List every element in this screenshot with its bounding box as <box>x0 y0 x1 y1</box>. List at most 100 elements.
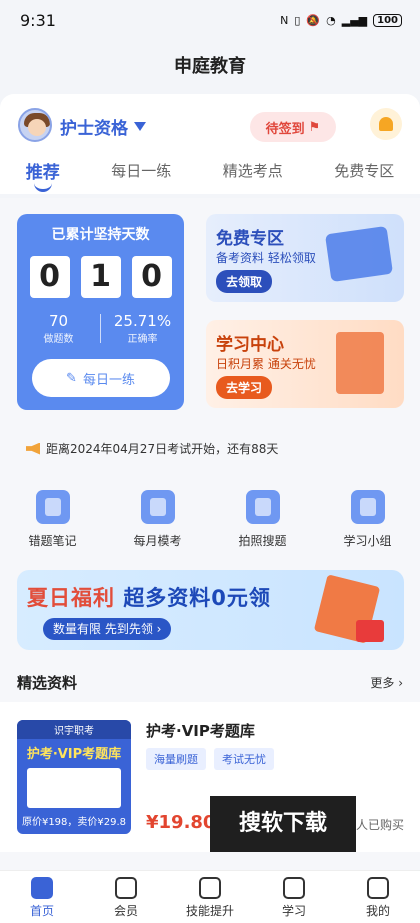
more-link[interactable]: 更多 › <box>370 674 403 691</box>
home-icon <box>31 877 53 899</box>
cover-brand: 识宇职考 <box>17 720 131 739</box>
study-icon <box>283 877 305 899</box>
flag-icon: ⚑ <box>308 119 321 135</box>
banner-cta-label: 数量有限 先到先领 <box>53 622 153 636</box>
arrow-circle-icon: › <box>156 622 162 636</box>
product-tag: 海量刷题 <box>146 748 206 770</box>
cover-title: 护考·VIP考题库 <box>26 747 122 762</box>
free-zone-card[interactable]: 免费专区 备考资料 轻松领取 去领取 <box>206 214 404 302</box>
banner-title-b: 超多资料0元领 <box>123 586 271 610</box>
tab-free-zone[interactable]: 免费专区 <box>330 160 398 194</box>
nav-label: 我的 <box>365 904 390 918</box>
speaker-icon <box>26 442 40 455</box>
banner-title-a: 夏日福利 <box>27 586 115 610</box>
camera-icon <box>245 490 280 524</box>
signal-icon: ▂▄▆ <box>341 13 368 27</box>
featured-header: 精选资料 更多 › <box>17 672 403 693</box>
quick-monthly-exam[interactable]: 每月模考 <box>118 490 198 549</box>
quick-study-group[interactable]: 学习小组 <box>328 490 408 549</box>
status-time: 9:31 <box>20 10 56 30</box>
nav-skills[interactable]: 技能提升 <box>175 871 245 923</box>
study-center-title: 学习中心 <box>216 335 284 355</box>
quick-label: 每月模考 <box>133 534 182 548</box>
profile-icon <box>367 877 389 899</box>
more-label: 更多 <box>370 676 395 690</box>
nav-label: 技能提升 <box>185 904 234 918</box>
dropdown-arrow-icon <box>134 122 146 131</box>
product-tags: 海量刷题 考试无忧 <box>146 748 274 770</box>
nav-label: 会员 <box>113 904 138 918</box>
nav-profile[interactable]: 我的 <box>343 871 413 923</box>
pencil-icon: ✎ <box>66 370 77 386</box>
cover-image <box>27 768 121 808</box>
bottom-nav: 首页 会员 技能提升 学习 我的 <box>0 870 420 923</box>
tab-recommend[interactable]: 推荐 <box>22 158 64 194</box>
status-bar: 9:31 N ▯ 🔕 ◔ ▂▄▆ 100 <box>0 0 420 40</box>
skills-icon <box>199 877 221 899</box>
buyer-count: 人已购买 <box>356 818 405 832</box>
questions-done-value: 70 <box>48 312 69 330</box>
hand-tap-icon <box>140 490 175 524</box>
tab-bar: 推荐 每日一练 精选考点 免费专区 <box>0 160 420 194</box>
cert-label: 护士资格 <box>60 119 128 139</box>
app-title: 申庭教育 <box>0 40 420 94</box>
quick-wrong-notes[interactable]: 错题笔记 <box>13 490 93 549</box>
daily-practice-button[interactable]: ✎ 每日一练 <box>31 359 170 397</box>
gift-icon <box>356 620 384 642</box>
nav-study[interactable]: 学习 <box>259 871 329 923</box>
folder-icon <box>324 225 394 283</box>
quick-label: 错题笔记 <box>28 534 77 548</box>
cert-selector[interactable]: 护士资格 <box>60 114 146 139</box>
summer-promo-banner[interactable]: 夏日福利 超多资料0元领 数量有限 先到先领 › <box>17 570 404 650</box>
stats-row: 70 做题数 25.71% 正确率 <box>17 312 184 345</box>
featured-title: 精选资料 <box>17 674 78 692</box>
study-button[interactable]: 去学习 <box>216 376 273 399</box>
vip-icon <box>115 877 137 899</box>
banner-title: 夏日福利 超多资料0元领 <box>27 582 271 612</box>
nav-label: 首页 <box>29 904 54 918</box>
status-icons: N ▯ 🔕 ◔ ▂▄▆ 100 <box>280 13 402 27</box>
chevron-right-icon: › <box>398 676 403 690</box>
bell-button[interactable] <box>370 108 402 140</box>
free-zone-subtitle: 备考资料 轻松领取 <box>216 251 316 265</box>
wifi-icon: ◔ <box>326 13 336 27</box>
study-center-card[interactable]: 学习中心 日积月累 通关无忧 去学习 <box>206 320 404 408</box>
daily-practice-label: 每日一练 <box>82 372 135 388</box>
cover-price: 原价¥198，卖价¥29.8 <box>21 817 127 828</box>
nav-label: 学习 <box>281 904 306 918</box>
questions-done-label: 做题数 <box>43 334 74 345</box>
tab-key-points[interactable]: 精选考点 <box>219 160 287 194</box>
avatar[interactable] <box>18 108 52 142</box>
accuracy: 25.71% 正确率 <box>101 312 184 345</box>
product-title: 护考·VIP考题库 <box>146 722 255 740</box>
battery-icon: 100 <box>373 13 402 27</box>
notebook-icon <box>35 490 70 524</box>
watermark: 搜软下载 <box>210 796 356 852</box>
streak-digits: 0 1 0 <box>17 256 184 298</box>
streak-digit: 0 <box>131 256 172 298</box>
claim-button[interactable]: 去领取 <box>216 270 273 293</box>
accuracy-label: 正确率 <box>127 334 158 345</box>
group-icon <box>350 490 385 524</box>
accuracy-value: 25.71% <box>113 312 172 330</box>
main-content: 已累计坚持天数 0 1 0 70 做题数 25.71% 正确率 ✎ 每日一练 免… <box>0 198 420 870</box>
mute-icon: 🔕 <box>306 13 321 27</box>
questions-done: 70 做题数 <box>17 312 100 345</box>
study-center-subtitle: 日积月累 通关无忧 <box>216 357 316 371</box>
signin-button[interactable]: 待签到 ⚑ <box>250 112 336 142</box>
tab-daily-practice[interactable]: 每日一练 <box>107 160 175 194</box>
bell-icon <box>379 117 393 131</box>
product-price: ¥19.80 <box>146 812 216 833</box>
product-cover: 识宇职考 护考·VIP考题库 原价¥198，卖价¥29.8 <box>17 720 131 834</box>
product-tag: 考试无忧 <box>214 748 274 770</box>
streak-title: 已累计坚持天数 <box>51 227 150 243</box>
quick-actions: 错题笔记 每月模考 拍照搜题 学习小组 <box>0 490 420 549</box>
banner-cta[interactable]: 数量有限 先到先领 › <box>43 618 172 640</box>
quick-label: 学习小组 <box>343 534 392 548</box>
quick-label: 拍照搜题 <box>238 534 287 548</box>
nfc-icon: N <box>280 13 289 27</box>
nav-home[interactable]: 首页 <box>7 871 77 923</box>
nav-membership[interactable]: 会员 <box>91 871 161 923</box>
signin-label: 待签到 <box>265 121 305 137</box>
quick-photo-search[interactable]: 拍照搜题 <box>223 490 303 549</box>
